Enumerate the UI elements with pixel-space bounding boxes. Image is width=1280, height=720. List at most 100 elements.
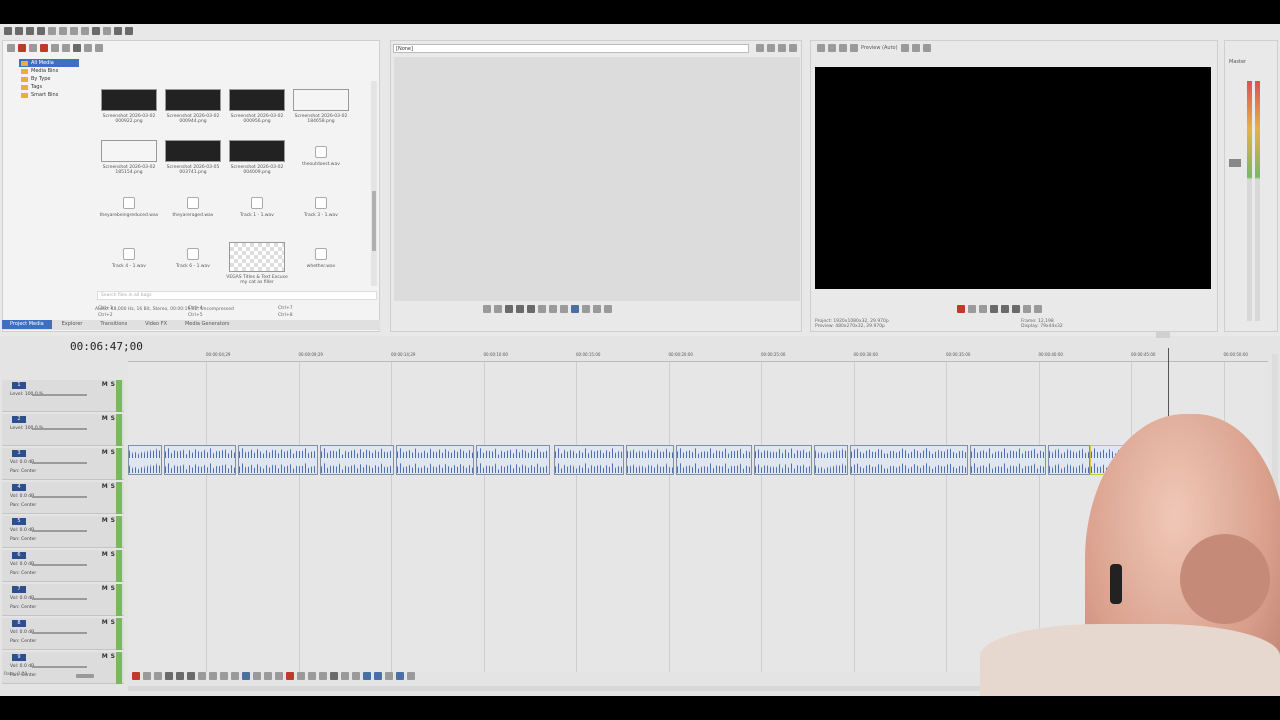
envelope-tool-icon[interactable] xyxy=(253,672,261,680)
track-fader[interactable] xyxy=(32,632,87,634)
play-preview-icon[interactable] xyxy=(62,44,70,52)
record-icon[interactable] xyxy=(957,305,965,313)
add-to-timeline-icon[interactable] xyxy=(582,305,590,313)
tab-project-media[interactable]: Project Media xyxy=(2,320,52,329)
trimmer-list-icon[interactable] xyxy=(756,44,764,52)
ignore-grouping-icon[interactable] xyxy=(407,672,415,680)
audio-event[interactable] xyxy=(476,445,550,475)
track-fader[interactable] xyxy=(32,530,87,532)
trimmer-canvas[interactable] xyxy=(394,57,800,301)
go-to-end-icon[interactable] xyxy=(560,305,568,313)
previous-frame-icon[interactable] xyxy=(538,305,546,313)
track-header[interactable]: 7 MS Vol: 0.0 dB Pan: Center xyxy=(2,584,124,616)
render-icon[interactable] xyxy=(37,27,45,35)
properties-icon[interactable] xyxy=(48,27,56,35)
preview-prev-frame-icon[interactable] xyxy=(1023,305,1031,313)
track-header[interactable]: 6 MS Vol: 0.0 dB Pan: Center xyxy=(2,550,124,582)
remove-media-icon[interactable] xyxy=(40,44,48,52)
next-frame-button-icon[interactable] xyxy=(231,672,239,680)
trim-icon[interactable] xyxy=(297,672,305,680)
media-item[interactable]: theoutdoest.wav xyxy=(289,140,353,167)
new-project-icon[interactable] xyxy=(4,27,12,35)
tab-video-fx[interactable]: Video FX xyxy=(137,320,175,329)
undo-icon[interactable] xyxy=(92,27,100,35)
tab-media-generators[interactable]: Media Generators xyxy=(177,320,238,329)
track-header[interactable]: 8 MS Vol: 0.0 dB Pan: Center xyxy=(2,618,124,650)
play-button-icon[interactable] xyxy=(165,672,173,680)
get-media-icon[interactable] xyxy=(29,44,37,52)
preview-play-icon[interactable] xyxy=(990,305,998,313)
region-icon[interactable] xyxy=(352,672,360,680)
tab-explorer[interactable]: Explorer xyxy=(54,320,91,329)
media-item[interactable]: theyarebeingreduced.wav xyxy=(97,191,161,218)
track-fader[interactable] xyxy=(32,666,87,668)
views-icon[interactable] xyxy=(84,44,92,52)
audio-event[interactable] xyxy=(850,445,968,475)
track-header[interactable]: 1 MS Level: 100.0 % xyxy=(2,380,124,412)
play-from-start-icon[interactable] xyxy=(494,305,502,313)
prev-frame-button-icon[interactable] xyxy=(220,672,228,680)
preview-screen[interactable] xyxy=(815,67,1211,289)
timeline-ruler[interactable]: 00:00:04;29 00:00:09;29 00:00:14;29 00:00:1… xyxy=(128,348,1268,362)
media-item[interactable]: theyareraged.wav xyxy=(161,191,225,218)
track-header[interactable]: 2 MS Level: 100.0 % xyxy=(2,414,124,446)
go-to-end-button-icon[interactable] xyxy=(209,672,217,680)
record-button-icon[interactable] xyxy=(132,672,140,680)
media-item[interactable]: whether.wav xyxy=(289,242,353,269)
media-item[interactable]: Track 3 - 1.wav xyxy=(289,191,353,218)
play-from-start-button-icon[interactable] xyxy=(154,672,162,680)
stop-preview-icon[interactable] xyxy=(73,44,81,52)
pause-button-icon[interactable] xyxy=(176,672,184,680)
trim-end-icon[interactable] xyxy=(319,672,327,680)
track-header[interactable]: 5 MS Vol: 0.0 dB Pan: Center xyxy=(2,516,124,548)
go-to-start-icon[interactable] xyxy=(198,672,206,680)
help-icon[interactable] xyxy=(125,27,133,35)
edit-tool-icon[interactable] xyxy=(114,27,122,35)
media-scrollbar-thumb[interactable] xyxy=(372,191,376,251)
media-item[interactable]: Screenshot 2026-03-02 000944.png xyxy=(161,89,225,124)
search-icon[interactable] xyxy=(95,44,103,52)
audio-event[interactable] xyxy=(128,445,162,475)
loop-playback-icon[interactable] xyxy=(143,672,151,680)
rate-slider[interactable] xyxy=(76,674,94,678)
open-icon[interactable] xyxy=(15,27,23,35)
track-fader[interactable] xyxy=(32,496,87,498)
video-fx-icon[interactable] xyxy=(839,44,847,52)
trimmer-clear-icon[interactable] xyxy=(767,44,775,52)
track-header[interactable]: 3 MS Vol: 0.0 dB Pan: Center xyxy=(2,448,124,480)
lock-envelopes-icon[interactable] xyxy=(396,672,404,680)
auto-crossfade-icon[interactable] xyxy=(374,672,382,680)
lock-icon[interactable] xyxy=(330,672,338,680)
snapping-icon[interactable] xyxy=(363,672,371,680)
media-item[interactable]: Track 1 - 1.wav xyxy=(225,191,289,218)
copy-snapshot-icon[interactable] xyxy=(911,44,920,52)
audio-event[interactable] xyxy=(396,445,474,475)
save-icon[interactable] xyxy=(26,27,34,35)
media-fx-icon[interactable] xyxy=(51,44,59,52)
next-frame-icon[interactable] xyxy=(549,305,557,313)
trimmer-remove-icon[interactable] xyxy=(778,44,786,52)
media-item[interactable]: Screenshot 2026-03-02 184658.png xyxy=(289,89,353,124)
trim-start-icon[interactable] xyxy=(308,672,316,680)
tree-item-media-bins[interactable]: Media Bins xyxy=(19,67,79,75)
preview-stop-icon[interactable] xyxy=(1012,305,1020,313)
trimmer-settings-icon[interactable] xyxy=(789,44,797,52)
insert-icon[interactable] xyxy=(593,305,601,313)
save-snapshot-icon[interactable] xyxy=(922,44,931,52)
audio-event[interactable] xyxy=(554,445,624,475)
preview-next-frame-icon[interactable] xyxy=(1034,305,1042,313)
media-item[interactable]: Screenshot 2026-03-02 000956.png xyxy=(225,89,289,124)
copy-icon[interactable] xyxy=(70,27,78,35)
media-item[interactable]: Track 6 - 1.wav xyxy=(161,242,225,269)
cut-icon[interactable] xyxy=(59,27,67,35)
tree-item-all-media[interactable]: All Media xyxy=(19,59,79,67)
tree-item-tags[interactable]: Tags xyxy=(19,83,79,91)
tab-transitions[interactable]: Transitions xyxy=(92,320,135,329)
preview-quality-select[interactable]: Preview (Auto) xyxy=(861,45,898,51)
media-item[interactable]: Screenshot 2026-03-02 185154.png xyxy=(97,140,161,175)
stop-icon[interactable] xyxy=(527,305,535,313)
media-item[interactable]: Screenshot 2026-03-05 003741.png xyxy=(161,140,225,175)
loop-icon[interactable] xyxy=(483,305,491,313)
loop-region-handle[interactable] xyxy=(1156,332,1170,338)
audio-event[interactable] xyxy=(676,445,752,475)
